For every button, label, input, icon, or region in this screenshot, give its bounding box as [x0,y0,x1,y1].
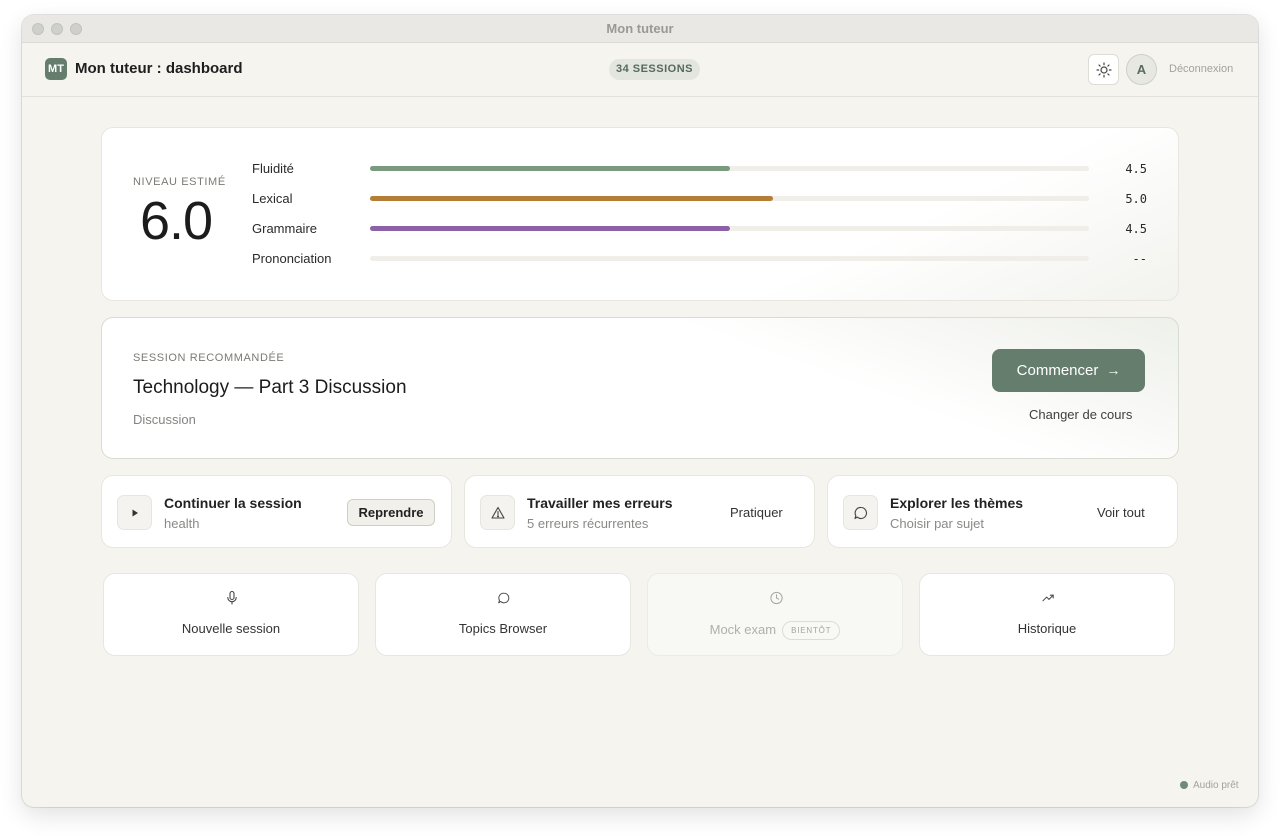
new-session-tile[interactable]: Nouvelle session [103,573,359,656]
tile-label: Nouvelle session [181,621,281,636]
level-label: NIVEAU ESTIMÉ [133,176,226,188]
metric-value-pronunciation: -- [1132,252,1147,266]
change-course-link[interactable]: Changer de cours [1029,407,1132,422]
app-header: MT Mon tuteur : dashboard 34 SESSIONS A … [22,43,1258,97]
chat-bubble-icon [498,592,510,604]
window-title: Mon tuteur [606,21,674,36]
mock-exam-tile: Mock exam BIENTÔT [647,573,903,656]
metric-bar-fill [370,166,730,171]
practice-errors-card[interactable]: Travailler mes erreurs 5 erreurs récurre… [464,475,815,548]
view-all-button[interactable]: Voir tout [1097,505,1145,520]
tile-label: Topics Browser [458,621,548,636]
clock-icon [770,591,783,605]
metric-bar-pronunciation [370,256,1089,261]
action-title: Continuer la session [164,495,302,511]
recommended-eyebrow: SESSION RECOMMANDÉE [133,352,285,364]
app-logo: MT [45,58,67,80]
user-avatar[interactable]: A [1126,54,1157,85]
audio-status-label: Audio prêt [1193,780,1239,791]
explore-topics-card[interactable]: Explorer les thèmes Choisir par sujet Vo… [827,475,1178,548]
history-tile[interactable]: Historique [919,573,1175,656]
metric-bar-fluency [370,166,1089,171]
start-button[interactable]: Commencer → [992,349,1145,392]
action-title: Explorer les thèmes [890,495,1024,511]
warning-icon [491,506,505,519]
metric-bar-lexical [370,196,1089,201]
recommended-title: Technology — Part 3 Discussion [133,377,407,398]
recommended-subtitle: Discussion [133,412,196,427]
metric-label-pronunciation: Prononciation [252,251,332,266]
errors-icon-box [480,495,515,530]
tile-label: Mock exam BIENTÔT [648,621,902,640]
resume-button[interactable]: Reprendre [347,499,435,526]
metric-value-lexical: 5.0 [1125,192,1147,206]
metric-label-grammar: Grammaire [252,221,318,236]
trending-up-icon [1042,594,1054,602]
action-title: Travailler mes erreurs [527,495,673,511]
chat-bubble-icon [854,506,867,520]
theme-toggle-button[interactable] [1088,54,1119,85]
audio-status: Audio prêt [1180,780,1239,791]
app-window: Mon tuteur MT Mon tuteur : dashboard 34 … [22,15,1258,807]
recommended-session-card: SESSION RECOMMANDÉE Technology — Part 3 … [101,317,1179,459]
microphone-icon [227,590,237,605]
sun-icon [1096,62,1112,78]
action-subtitle: Choisir par sujet [890,516,984,531]
level-card: NIVEAU ESTIMÉ 6.0 Fluidité 4.5 Lexical 5… [101,127,1179,301]
practice-button[interactable]: Pratiquer [730,505,783,520]
metric-value-grammar: 4.5 [1125,222,1147,236]
metric-bar-grammar [370,226,1089,231]
action-subtitle: health [164,516,200,531]
play-icon [132,509,138,517]
status-dot-icon [1180,781,1188,789]
metric-bar-fill [370,226,730,231]
continue-session-card[interactable]: Continuer la session health Reprendre [101,475,452,548]
mock-exam-label: Mock exam [709,622,777,637]
metric-bar-fill [370,196,773,201]
metric-label-lexical: Lexical [252,191,293,206]
continue-icon-box [117,495,152,530]
tile-label: Historique [1017,621,1077,636]
start-button-label: Commencer [1016,362,1099,379]
metric-value-fluency: 4.5 [1125,162,1147,176]
logout-link[interactable]: Déconnexion [1169,63,1233,75]
level-value: 6.0 [140,191,213,251]
title-bar: Mon tuteur [22,15,1258,43]
arrow-right-icon: → [1106,362,1121,378]
sessions-count-badge: 34 SESSIONS [609,59,700,80]
coming-soon-badge: BIENTÔT [782,621,841,640]
topics-browser-tile[interactable]: Topics Browser [375,573,631,656]
page-title: Mon tuteur : dashboard [75,60,243,77]
topics-icon-box [843,495,878,530]
metric-label-fluency: Fluidité [252,161,294,176]
action-subtitle: 5 erreurs récurrentes [527,516,649,531]
